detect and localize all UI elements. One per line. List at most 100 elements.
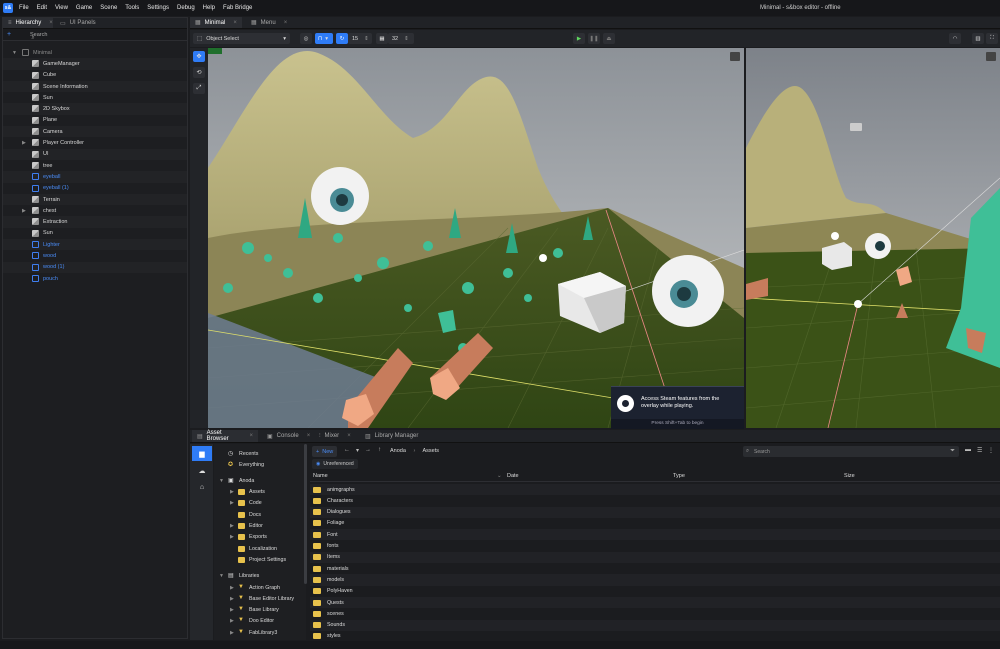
- store-assets-button[interactable]: ⌂: [192, 480, 212, 495]
- mode-select[interactable]: ⬚ Object Select ▾: [193, 33, 290, 44]
- up-button[interactable]: ↑: [378, 447, 381, 453]
- close-icon[interactable]: ×: [233, 20, 237, 26]
- tab-minimal[interactable]: ▦ Minimal ×: [190, 17, 242, 28]
- column-date[interactable]: Date: [507, 473, 519, 479]
- hierarchy-item[interactable]: ▶ chest: [3, 205, 187, 216]
- play-button[interactable]: ▶: [573, 33, 585, 44]
- column-name[interactable]: Name: [313, 473, 328, 479]
- chevron-right-icon[interactable]: ▶: [230, 585, 234, 591]
- file-row[interactable]: models: [310, 574, 1000, 586]
- close-icon[interactable]: ×: [307, 433, 311, 439]
- hierarchy-item[interactable]: tree: [3, 160, 187, 171]
- search-input[interactable]: Search: [30, 32, 47, 38]
- chevron-down-icon[interactable]: ▾: [356, 447, 359, 454]
- close-icon[interactable]: ×: [249, 433, 253, 439]
- cloud-assets-button[interactable]: ☁: [192, 463, 212, 478]
- tree-folder[interactable]: Project Settings: [214, 554, 304, 565]
- chevron-right-icon[interactable]: ▶: [230, 596, 234, 602]
- chevron-right-icon[interactable]: ▶: [230, 500, 234, 506]
- new-asset-button[interactable]: + New: [312, 446, 338, 457]
- hierarchy-item[interactable]: Plane: [3, 115, 187, 126]
- file-row[interactable]: Characters: [310, 495, 1000, 506]
- globe-toggle[interactable]: ◎: [300, 33, 312, 44]
- file-row[interactable]: Sounds: [310, 619, 1000, 631]
- hierarchy-item[interactable]: Extraction: [3, 216, 187, 228]
- hierarchy-item[interactable]: eyeball: [3, 171, 187, 183]
- pause-button[interactable]: ❚❚: [588, 33, 600, 44]
- menu-item-edit[interactable]: Edit: [37, 5, 47, 11]
- filter-icon[interactable]: ⏷: [950, 448, 955, 455]
- layout-button[interactable]: ▥: [972, 33, 984, 44]
- hierarchy-item[interactable]: 2D Skybox: [3, 103, 187, 115]
- tree-folder[interactable]: Docs: [214, 509, 304, 520]
- chevron-down-icon[interactable]: ▼: [12, 50, 17, 56]
- grid-view-button[interactable]: ▬: [965, 447, 971, 453]
- add-object-button[interactable]: +: [7, 31, 11, 38]
- scene-viewport-secondary[interactable]: [746, 48, 1000, 428]
- tab-menu[interactable]: ▦ Menu ×: [246, 17, 292, 28]
- tree-folder[interactable]: ▶ Exports: [214, 532, 304, 543]
- menu-item-view[interactable]: View: [55, 5, 68, 11]
- column-type[interactable]: Type: [673, 473, 685, 479]
- back-button[interactable]: ←: [344, 447, 350, 453]
- file-row[interactable]: styles: [310, 631, 1000, 641]
- scale-tool-button[interactable]: ⤢: [193, 83, 205, 94]
- close-icon[interactable]: ×: [347, 433, 351, 439]
- hierarchy-item[interactable]: UI: [3, 148, 187, 160]
- tab-asset-browser[interactable]: ▤ Asset Browser ×: [192, 430, 258, 442]
- close-icon[interactable]: ×: [49, 20, 53, 26]
- file-row[interactable]: PolyHaven: [310, 586, 1000, 597]
- hierarchy-item[interactable]: wood (1): [3, 261, 187, 273]
- menu-item-file[interactable]: File: [19, 5, 29, 11]
- tab-mixer[interactable]: ⫶ Mixer ×: [314, 430, 356, 442]
- chevron-down-icon[interactable]: ▼: [219, 478, 224, 484]
- breadcrumb-item[interactable]: Anoda: [390, 448, 406, 454]
- hierarchy-item[interactable]: Terrain: [3, 193, 187, 206]
- forward-button[interactable]: →: [365, 447, 371, 453]
- grid-toggle[interactable]: ▦: [376, 33, 388, 44]
- tab-hierarchy[interactable]: ≡ Hierarchy ×: [3, 18, 53, 28]
- hierarchy-item[interactable]: Sun: [3, 228, 187, 239]
- move-tool-button[interactable]: ✥: [193, 51, 205, 62]
- close-icon[interactable]: ×: [284, 20, 288, 26]
- hierarchy-item[interactable]: GameManager: [3, 58, 187, 70]
- tree-root[interactable]: ▼ Minimal: [3, 47, 187, 58]
- file-row[interactable]: materials: [310, 563, 1000, 574]
- chevron-right-icon[interactable]: ▶: [230, 489, 234, 495]
- snap-toggle[interactable]: ⊓ ▾: [315, 33, 333, 44]
- rotate-tool-button[interactable]: ⟲: [193, 67, 205, 78]
- file-row[interactable]: Items: [310, 551, 1000, 564]
- tree-library[interactable]: ▶ ▼ FabLibrary3: [214, 627, 304, 638]
- chevron-right-icon[interactable]: ▶: [230, 534, 234, 540]
- tab-ui-panels[interactable]: ▭ UI Panels: [55, 18, 115, 28]
- chevron-right-icon[interactable]: ▶: [22, 208, 26, 214]
- tree-folder[interactable]: ▶ Code: [214, 498, 304, 509]
- file-row[interactable]: Font: [310, 529, 1000, 541]
- menu-item-help[interactable]: Help: [203, 5, 215, 11]
- tree-everything[interactable]: ✪ Everything: [214, 459, 304, 470]
- menu-item-game[interactable]: Game: [76, 5, 92, 11]
- hierarchy-item[interactable]: Sun: [3, 92, 187, 103]
- breadcrumb-item[interactable]: Assets: [423, 448, 440, 454]
- file-row[interactable]: Dialogues: [310, 506, 1000, 518]
- menu-item-scene[interactable]: Scene: [100, 5, 117, 11]
- menu-item-fab-bridge[interactable]: Fab Bridge: [223, 5, 252, 11]
- hierarchy-item[interactable]: Scene Information: [3, 80, 187, 93]
- local-assets-button[interactable]: ▆: [192, 446, 212, 461]
- chevron-right-icon[interactable]: ▶: [230, 523, 234, 529]
- tree-library[interactable]: ▶ ▼ Base Library: [214, 605, 304, 616]
- hierarchy-item[interactable]: ▶ Player Controller: [3, 137, 187, 148]
- asset-search[interactable]: ⌕ Search ⏷: [743, 446, 959, 457]
- fullscreen-button[interactable]: ⛶: [986, 33, 998, 44]
- tree-library[interactable]: ▶ ▼ Action Graph: [214, 582, 304, 593]
- hierarchy-item[interactable]: eyeball (1): [3, 183, 187, 194]
- scene-viewport-main[interactable]: [208, 48, 744, 428]
- unreferenced-filter[interactable]: ◉ Unreferenced: [312, 459, 358, 469]
- file-row[interactable]: fonts: [310, 541, 1000, 552]
- chevron-down-icon[interactable]: ▼: [219, 573, 224, 579]
- tab-library-manager[interactable]: ▥ Library Manager: [360, 430, 430, 442]
- chevron-right-icon[interactable]: ▶: [230, 618, 234, 624]
- column-size[interactable]: Size: [844, 473, 855, 479]
- hierarchy-item[interactable]: Cube: [3, 70, 187, 81]
- tree-library[interactable]: ▶ ▼ Doo Editor: [214, 616, 304, 627]
